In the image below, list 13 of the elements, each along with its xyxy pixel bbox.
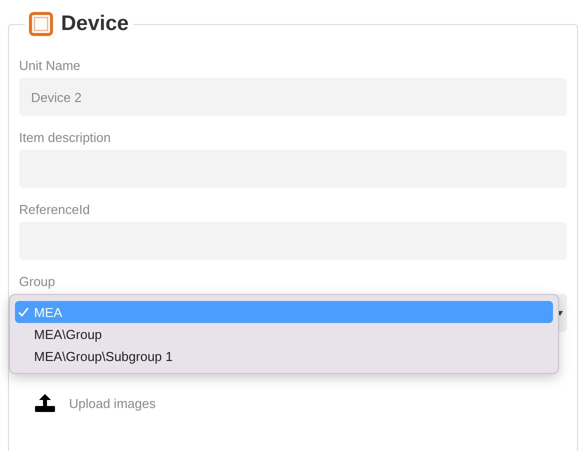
- field-label: Group: [19, 274, 56, 289]
- dropdown-option[interactable]: MEA\Group\Subgroup 1: [15, 345, 553, 367]
- check-icon: [18, 307, 29, 317]
- text-field[interactable]: Device 2: [19, 78, 567, 116]
- section-title: Device: [61, 12, 129, 36]
- dropdown-option[interactable]: MEA: [15, 301, 553, 323]
- upload-icon: [35, 394, 55, 412]
- field-label: Item description: [19, 130, 112, 145]
- dropdown-option[interactable]: MEA\Group: [15, 323, 553, 345]
- field-label: ReferenceId: [19, 202, 91, 217]
- field-label: Unit Name: [19, 58, 82, 73]
- square-icon: [29, 12, 53, 36]
- upload-label[interactable]: Upload images: [69, 396, 156, 410]
